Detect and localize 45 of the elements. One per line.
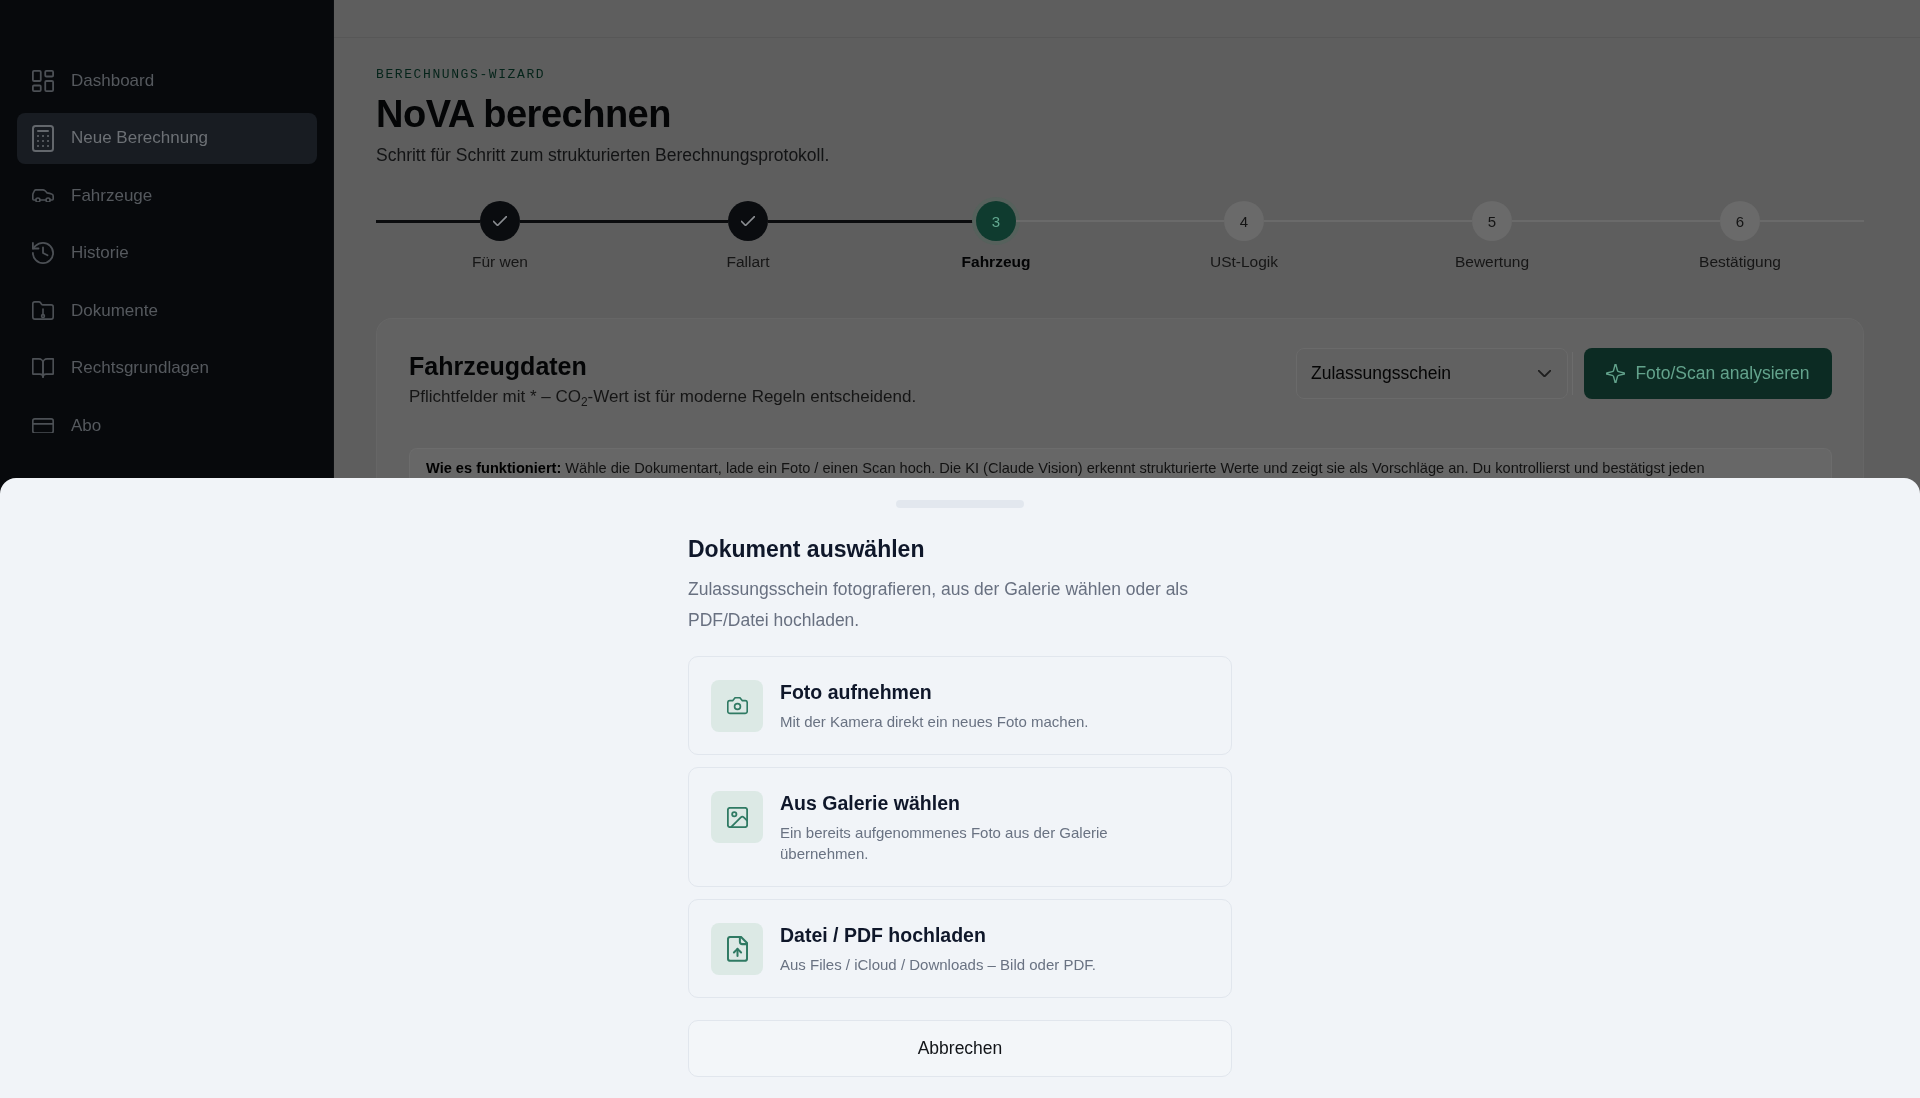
sheet-description: Zulassungsschein fotografieren, aus der Galerie wählen oder als PDF/Datei hochladen. (688, 578, 1189, 632)
calculator-icon (32, 124, 54, 152)
nav-item[interactable]: Abo (17, 400, 317, 451)
page-title: NoVA berechnen (376, 92, 671, 136)
nav-item[interactable]: Dokumente (17, 285, 317, 336)
chevron-icon (1538, 370, 1551, 377)
nav-item[interactable]: Rechtsgrundlagen (17, 342, 317, 394)
image-icon (711, 791, 763, 843)
book-icon (32, 358, 54, 378)
step-indicator: 4 (1224, 201, 1264, 241)
folder-icon (32, 301, 54, 320)
check-icon (493, 216, 507, 226)
step-label: USt-Logik (1209, 252, 1279, 272)
nav-item[interactable]: Historie (17, 227, 317, 279)
step-label: Fallart (726, 252, 770, 272)
option-button[interactable]: Aus Galerie wählen Ein bereits aufgenommenes Foto aus der Galerie übernehmen. (688, 767, 1232, 887)
camera-icon (711, 680, 763, 732)
option-button[interactable]: Datei / PDF hochladen Aus Files / iCloud / Downloads – Bild oder PDF. (688, 899, 1232, 998)
history-icon (32, 242, 54, 264)
step-indicator: 5 (1472, 201, 1512, 241)
file-upload-icon (711, 923, 763, 975)
cancel-button[interactable]: Abbrechen (688, 1020, 1232, 1077)
credit-card-icon (32, 417, 54, 434)
step-label: Bestätigung (1699, 252, 1781, 272)
nav-item[interactable]: Fahrzeuge (17, 170, 317, 221)
step-indicator: 3 (976, 201, 1016, 241)
analyze-button[interactable]: Foto/Scan analysieren (1584, 348, 1832, 399)
nav-item[interactable]: Neue Berechnung (17, 112, 317, 164)
option-button[interactable]: Foto aufnehmen Mit der Kamera direkt ein neues Foto machen. (688, 656, 1232, 755)
step-label: Bewertung (1454, 252, 1530, 272)
page-subtitle: Schritt für Schritt zum strukturierten Berechnungsprotokoll. (376, 144, 830, 167)
step-label: Für wen (472, 252, 528, 272)
sparkle-icon (1606, 364, 1626, 383)
document-type-select[interactable]: Zulassungsschein (1296, 348, 1568, 399)
check-icon (741, 216, 755, 226)
card-title: Fahrzeugdaten (409, 351, 588, 381)
page-eyebrow: BERECHNUNGS-WIZARD (376, 67, 546, 83)
step-label: Fahrzeug (961, 252, 1031, 272)
card-subtitle: Pflichtfelder mit * – CO$_{2}$-Wert ist für moderne Regeln entscheidend. (409, 386, 917, 408)
step-indicator: 6 (1720, 201, 1760, 241)
nav-item[interactable]: Dashboard (17, 55, 317, 106)
sheet-title: Dokument auswählen (688, 535, 925, 563)
car-icon (32, 188, 54, 203)
grid-icon (32, 69, 54, 92)
info-note: Wie es funktioniert: Wähle die Dokumentart, lade ein Foto / einen Scan hoch. Die KI (Claude Vision) erkennt strukturierte Werte und zeigt sie als Vorschläge an. Du kontrollierst und bestätigst jeden (409, 448, 1832, 478)
